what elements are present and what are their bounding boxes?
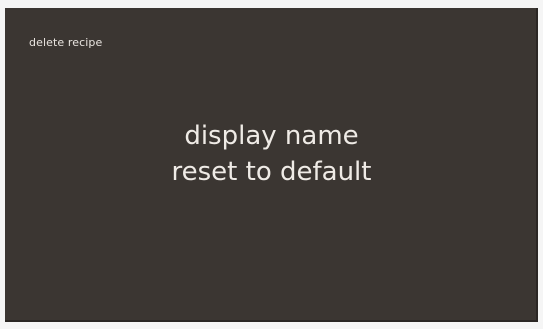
recipe-options-screen: delete recipe display name reset to defa… <box>5 8 538 322</box>
screen-frame: delete recipe display name reset to defa… <box>0 0 543 329</box>
recipe-options-menu: display name reset to default <box>5 118 538 190</box>
reset-to-default-option[interactable]: reset to default <box>5 154 538 190</box>
display-name-option[interactable]: display name <box>5 118 538 154</box>
delete-recipe-button[interactable]: delete recipe <box>29 36 102 50</box>
